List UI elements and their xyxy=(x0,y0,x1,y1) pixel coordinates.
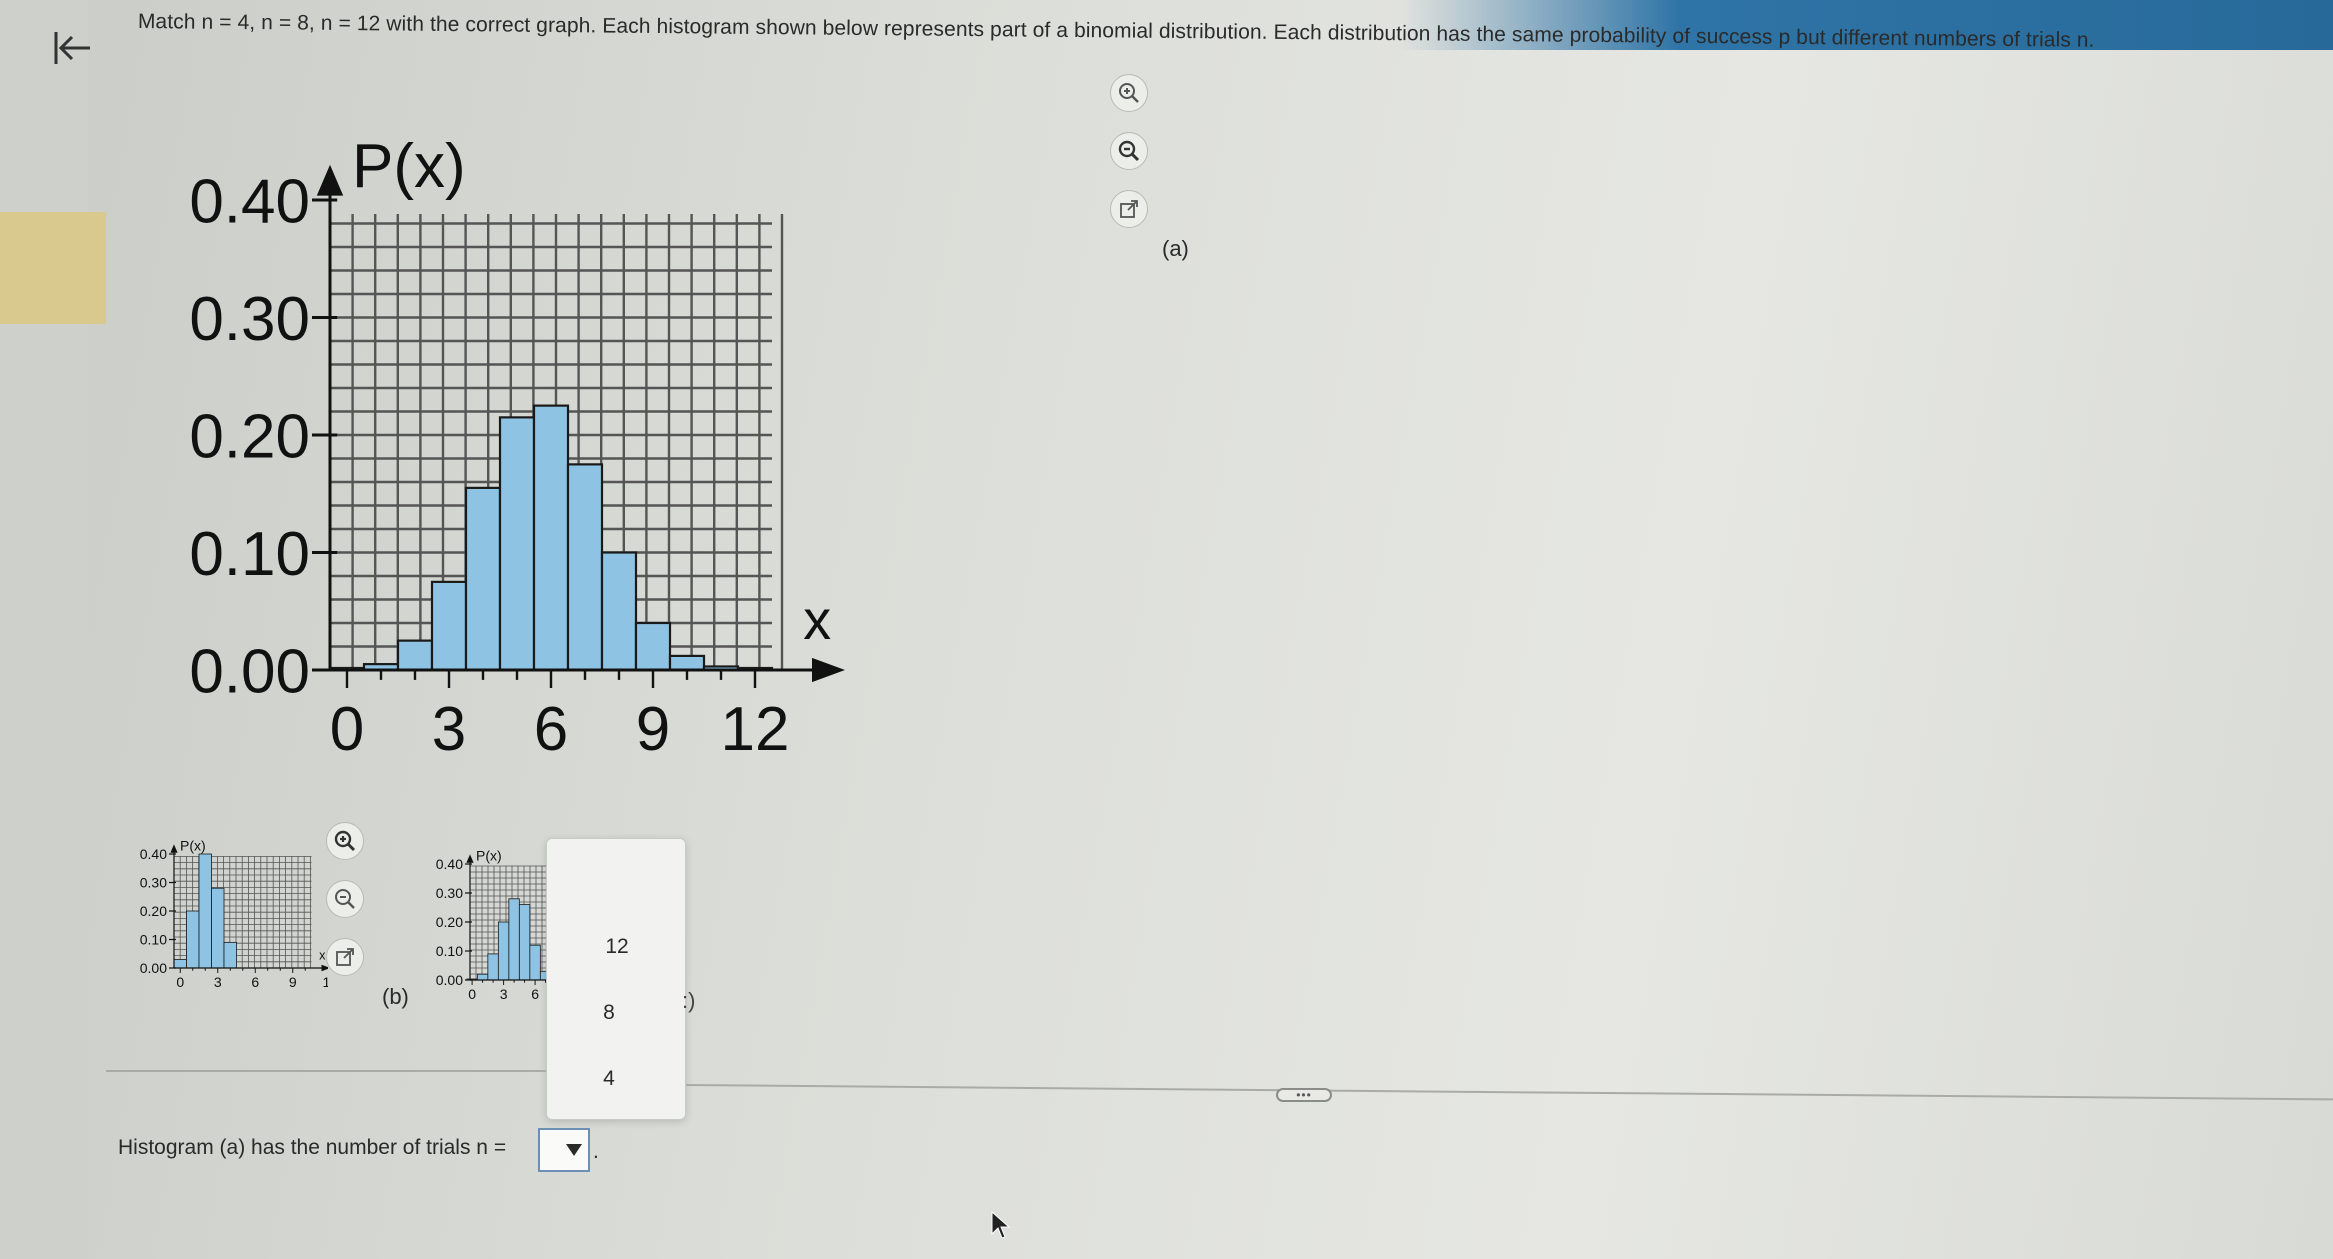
dropdown-option-12[interactable]: 12 xyxy=(577,935,657,959)
dropdown-option-8[interactable]: 8 xyxy=(569,1001,649,1025)
y-axis-arrow xyxy=(170,844,178,853)
x-tick-label: 9 xyxy=(636,695,670,764)
open-new-window-icon xyxy=(336,948,354,966)
y-axis-arrow xyxy=(466,854,474,863)
y-tick-label: 0.40 xyxy=(436,856,463,872)
histogram-bar xyxy=(668,654,706,672)
y-tick-label: 0.10 xyxy=(189,520,310,589)
y-tick-label: 0.20 xyxy=(140,903,167,919)
highlight-band xyxy=(0,212,106,324)
section-divider-right xyxy=(685,1084,2333,1101)
dropdown-options-popup: 12 8 4 xyxy=(546,838,686,1120)
mouse-pointer-icon xyxy=(991,1210,1011,1239)
y-tick-label: 0.30 xyxy=(140,875,167,891)
histogram-bar xyxy=(198,853,212,969)
x-tick-label: 6 xyxy=(251,974,259,990)
histogram-c-thumb[interactable]: P(x)0.000.100.200.300.40x036912 xyxy=(118,818,328,998)
x-axis-label: x xyxy=(803,588,831,651)
y-axis-label: P(x) xyxy=(476,847,502,863)
histogram-bar xyxy=(464,486,502,672)
y-tick-label: 0.20 xyxy=(189,402,310,471)
left-strip xyxy=(0,0,88,1259)
y-tick-label: 0.00 xyxy=(436,972,463,988)
open-new-window-button-a[interactable] xyxy=(1110,190,1148,228)
zoom-out-button-b[interactable] xyxy=(326,880,364,918)
histogram-a: P(x) 0.00 0.10 0.20 0.30 0.40 x 0 3 6 9 12 xyxy=(189,132,845,764)
zoom-in-icon xyxy=(334,830,356,852)
label-a: (a) xyxy=(1162,236,1189,261)
popup-tail-text: :) xyxy=(682,988,696,1013)
x-tick-label: 6 xyxy=(531,986,539,1002)
y-tick-label: 0.40 xyxy=(189,167,310,236)
x-tick-label: 3 xyxy=(500,986,508,1002)
histogram-bar xyxy=(430,580,468,672)
histogram-bar xyxy=(223,941,237,969)
histogram-bar xyxy=(487,953,499,981)
histogram-bar xyxy=(600,551,638,672)
y-tick-label: 0.20 xyxy=(436,914,463,930)
x-tick-label: 6 xyxy=(534,695,568,764)
dropdown-option-4[interactable]: 4 xyxy=(569,1067,649,1091)
zoom-out-icon xyxy=(335,889,355,909)
zoom-in-button-a[interactable] xyxy=(1110,74,1148,112)
y-tick-label: 0.30 xyxy=(436,885,463,901)
histogram-bar xyxy=(498,416,536,672)
zoom-out-icon xyxy=(1118,140,1140,162)
histogram-bar xyxy=(566,463,604,672)
x-tick-label: 3 xyxy=(214,974,222,990)
answer-prefix: Histogram (a) has the number of trials n… xyxy=(118,1136,507,1159)
x-tick-label: 0 xyxy=(330,695,364,764)
answer-suffix: . xyxy=(593,1140,599,1163)
y-tick-label: 0.30 xyxy=(189,285,310,354)
y-tick-label: 0.00 xyxy=(140,960,167,976)
x-tick-label: 12 xyxy=(322,974,328,990)
chevron-down-icon xyxy=(566,1144,582,1156)
x-tick-label: 0 xyxy=(176,974,184,990)
zoom-in-button-b[interactable] xyxy=(326,822,364,860)
back-to-start-icon xyxy=(54,32,90,64)
zoom-out-button-a[interactable] xyxy=(1110,132,1148,170)
histogram-bar xyxy=(508,898,520,981)
y-axis-arrow xyxy=(316,164,344,196)
x-axis-arrow xyxy=(321,964,328,972)
x-axis-arrow xyxy=(812,657,845,683)
y-axis-label: P(x) xyxy=(180,837,206,853)
histogram-bar xyxy=(476,973,489,981)
histogram-bar xyxy=(497,921,510,981)
x-tick-label: 9 xyxy=(289,974,297,990)
label-b: (b) xyxy=(382,984,409,1009)
histogram-bar xyxy=(529,944,541,981)
y-tick-label: 0.10 xyxy=(436,943,463,959)
trials-dropdown[interactable] xyxy=(538,1128,590,1172)
histogram-bar xyxy=(396,639,434,672)
y-axis-label: P(x) xyxy=(352,132,466,201)
x-tick-label: 3 xyxy=(432,695,466,764)
zoom-in-icon xyxy=(1119,83,1139,103)
y-tick-label: 0.10 xyxy=(140,932,167,948)
histogram-bar xyxy=(186,910,200,969)
x-tick-label: 0 xyxy=(468,986,476,1002)
open-new-window-button-b[interactable] xyxy=(326,938,364,976)
y-tick-label: 0.40 xyxy=(140,846,167,862)
histogram-bar xyxy=(211,887,225,969)
more-options-button[interactable]: ••• xyxy=(1276,1088,1332,1102)
histogram-bar xyxy=(634,621,672,672)
histogram-bar xyxy=(518,904,531,981)
histogram-bar xyxy=(173,959,187,969)
histogram-bar xyxy=(532,404,570,672)
back-to-start-button[interactable] xyxy=(46,22,98,74)
open-new-window-icon xyxy=(1120,200,1138,218)
y-tick-label: 0.00 xyxy=(189,637,310,706)
x-tick-label: 12 xyxy=(721,695,790,764)
section-divider-left xyxy=(106,1070,546,1072)
answer-prompt: Histogram (a) has the number of trials n… xyxy=(118,1136,506,1160)
